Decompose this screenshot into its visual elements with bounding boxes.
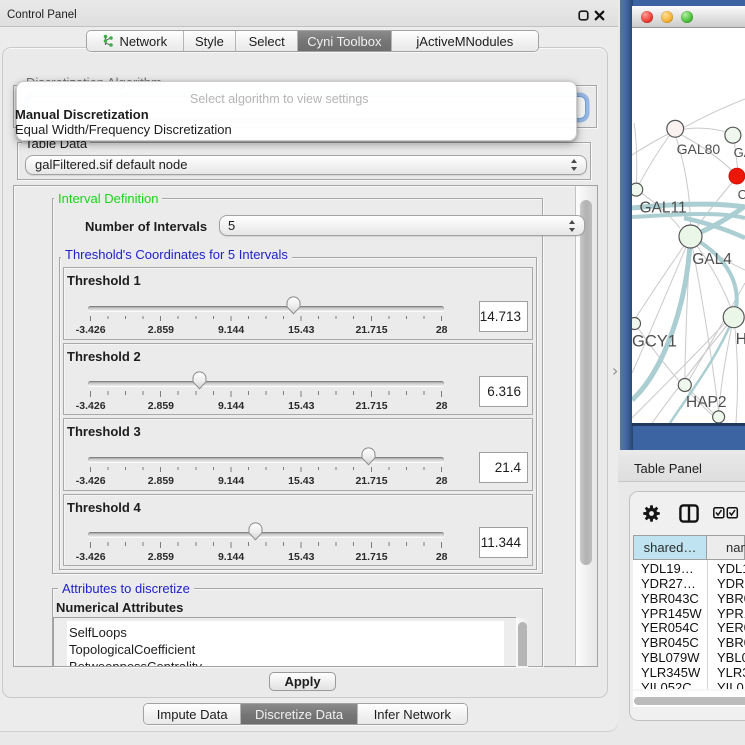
svg-text:HAP2: HAP2 (686, 394, 727, 411)
svg-text:GAL4: GAL4 (692, 251, 732, 268)
svg-text:GAL80: GAL80 (677, 141, 721, 157)
svg-text:CA: CA (738, 187, 745, 202)
svg-text:GCY1: GCY1 (632, 333, 677, 351)
svg-text:HI: HI (736, 331, 745, 348)
svg-text:GA: GA (734, 145, 745, 160)
svg-text:GAL11: GAL11 (640, 200, 687, 217)
